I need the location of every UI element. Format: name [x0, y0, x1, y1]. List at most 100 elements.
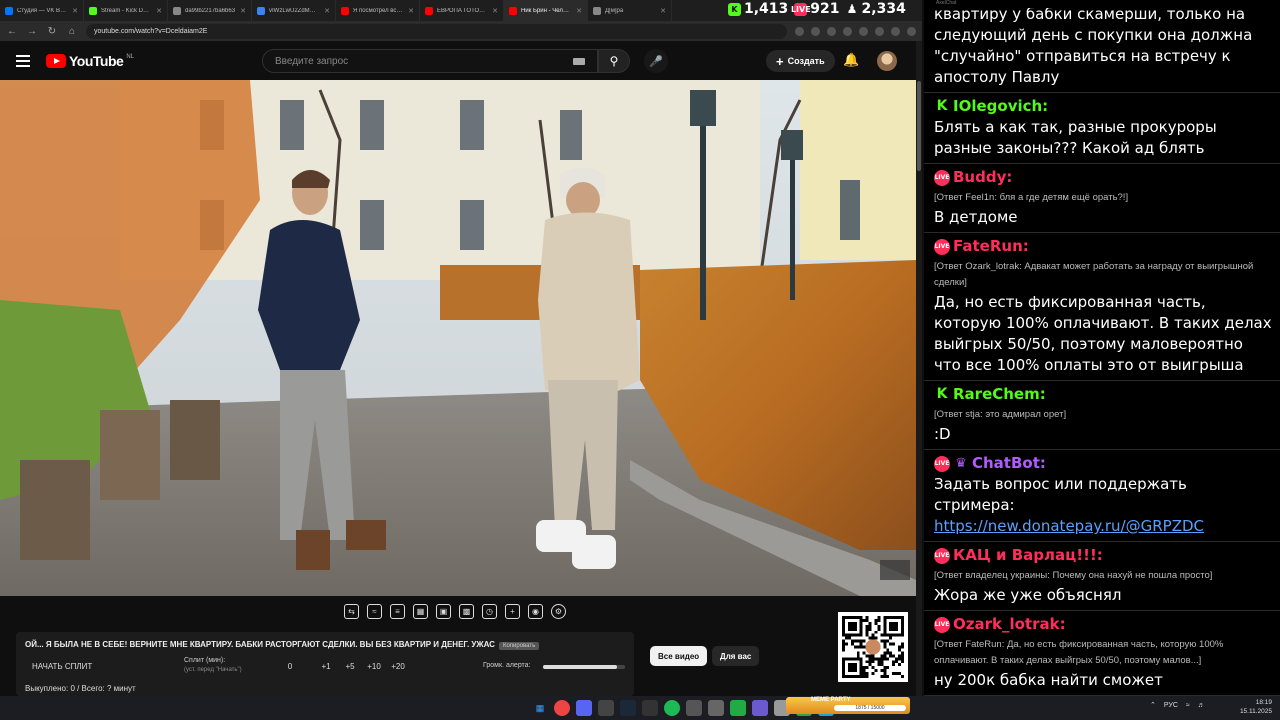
chat-message-header: LIVE FateRun:	[934, 236, 1272, 257]
browser-tab[interactable]: ЕВРОПА ГОТОВИТ ✕	[420, 0, 504, 21]
app-icon[interactable]	[730, 700, 746, 716]
menu-icon[interactable]	[16, 54, 30, 67]
meme-party-widget: MEME PARTY 1875 / 15000	[786, 697, 910, 714]
chat-message-header: K RareChem:	[934, 384, 1272, 405]
reload-icon[interactable]: ↻	[46, 26, 58, 37]
extension-icon[interactable]	[827, 26, 836, 36]
increment-button[interactable]: +20	[386, 662, 410, 671]
chat-username[interactable]: RareChem:	[953, 384, 1046, 405]
app-icon[interactable]	[642, 700, 658, 716]
wifi-icon[interactable]: ≈	[1186, 702, 1190, 709]
youtube-logo[interactable]: YouTube NL	[46, 53, 134, 69]
url-field[interactable]: youtube.com/watch?v=Dceldaiam2E	[86, 23, 787, 39]
back-icon[interactable]: ←	[6, 26, 18, 37]
browser-tab[interactable]: Д[м]ра ✕	[588, 0, 672, 21]
close-tab-icon[interactable]: ✕	[408, 7, 414, 15]
steam-icon[interactable]	[620, 700, 636, 716]
home-icon[interactable]: ⌂	[66, 26, 78, 37]
extension-icon[interactable]	[811, 26, 820, 36]
create-button[interactable]: + Создать	[766, 50, 835, 72]
close-tab-icon[interactable]: ✕	[324, 7, 330, 15]
browser-tab[interactable]: vIWzLwU2ZdMWyp ✕	[252, 0, 336, 21]
chat-message-header: LIVE КАЦ и Варлац!!!:	[934, 545, 1272, 566]
volume-icon[interactable]: ♬	[1198, 702, 1205, 709]
notifications-bell-icon[interactable]: 🔔	[843, 52, 859, 68]
search-button[interactable]: ⚲	[598, 49, 630, 73]
chat-username[interactable]: Buddy:	[953, 167, 1012, 188]
start-split-button[interactable]: НАЧАТЬ СПЛИТ	[32, 662, 92, 671]
screenshot-icon[interactable]: ◉	[528, 604, 543, 619]
copy-button[interactable]: Копировать	[498, 642, 540, 650]
video-player[interactable]	[0, 80, 916, 596]
split-label: Сплит (мин):	[184, 657, 226, 664]
avatar[interactable]	[877, 51, 897, 71]
increment-button[interactable]: +5	[338, 662, 362, 671]
increment-button[interactable]: +10	[362, 662, 386, 671]
chat-username[interactable]: КАЦ и Варлац!!!:	[953, 545, 1103, 566]
add-icon[interactable]: +	[505, 604, 520, 619]
keyboard-icon[interactable]	[573, 58, 585, 65]
picture-icon[interactable]: ▣	[436, 604, 451, 619]
chip-all-videos[interactable]: Все видео	[650, 646, 708, 666]
close-tab-icon[interactable]: ✕	[156, 7, 162, 15]
close-tab-icon[interactable]: ✕	[240, 7, 246, 15]
spent-counter: Выкуплено: 0 / Всего: ? минут	[25, 684, 136, 693]
live-icon: LIVE	[934, 455, 950, 472]
chat-message: LIVE FateRun: [Ответ Ozark_lotrak: Адвакат…	[924, 233, 1280, 381]
close-tab-icon[interactable]: ✕	[576, 7, 582, 15]
extension-icon[interactable]	[891, 26, 900, 36]
extension-icon[interactable]	[795, 26, 804, 36]
close-tab-icon[interactable]: ✕	[72, 7, 78, 15]
tab-favicon-icon	[341, 6, 349, 15]
browser-tab[interactable]: Ник Брин - Челове ✕	[504, 0, 588, 21]
subtitles-icon[interactable]: ≡	[390, 604, 405, 619]
chat-username[interactable]: FateRun:	[953, 236, 1029, 257]
voice-search-button[interactable]: 🎤	[644, 49, 668, 73]
start-icon[interactable]: ▦	[532, 700, 548, 716]
volume-fill	[543, 665, 617, 669]
chevron-up-icon[interactable]: ⌃	[1150, 701, 1156, 709]
audio-icon[interactable]: ≈	[367, 604, 382, 619]
app-icon[interactable]	[752, 700, 768, 716]
extension-icon[interactable]	[859, 26, 868, 36]
tab-favicon-icon	[509, 6, 517, 15]
volume-slider[interactable]	[543, 665, 625, 669]
chat-username[interactable]: IOlegovich:	[953, 96, 1048, 117]
page-scrollbar[interactable]	[916, 41, 922, 696]
increment-button[interactable]: +1	[314, 662, 338, 671]
browser-tab[interactable]: Stream - Kick Dashb ✕	[84, 0, 168, 21]
extension-icon[interactable]	[875, 26, 884, 36]
obs-icon[interactable]	[598, 700, 614, 716]
chat-link[interactable]: https://new.donatepay.ru/@GRPZDC	[934, 516, 1272, 537]
chat-username[interactable]: ChatBot:	[972, 453, 1046, 474]
chat-username[interactable]: Ozark_lotrak:	[953, 614, 1066, 635]
language-indicator[interactable]: РУС	[1164, 702, 1178, 709]
browser-tab[interactable]: Студия — VK Видео ✕	[0, 0, 84, 21]
film-icon[interactable]: ▦	[413, 604, 428, 619]
tab-favicon-icon	[89, 6, 97, 15]
kick-icon: K	[936, 386, 948, 402]
chat-reply-quote: [Ответ Feel1n: бля а где детям ещё орать…	[934, 192, 1129, 203]
menu-icon[interactable]	[907, 26, 916, 36]
loop-icon[interactable]: ⇆	[344, 604, 359, 619]
grid-icon[interactable]: ▩	[459, 604, 474, 619]
app-icon[interactable]	[686, 700, 702, 716]
close-tab-icon[interactable]: ✕	[660, 7, 666, 15]
system-tray: ⌃ РУС ≈ ♬	[1150, 701, 1205, 710]
extension-icon[interactable]	[843, 26, 852, 36]
close-tab-icon[interactable]: ✕	[492, 7, 498, 15]
discord-icon[interactable]	[576, 700, 592, 716]
browser-tab[interactable]: da99b2217ba6b63 ✕	[168, 0, 252, 21]
tab-favicon-icon	[173, 6, 181, 15]
chip-for-you[interactable]: Для вас	[712, 646, 760, 666]
settings-icon[interactable]: ⚙	[551, 604, 566, 619]
app-icon[interactable]	[708, 700, 724, 716]
speed-icon[interactable]: ◷	[482, 604, 497, 619]
clock[interactable]: 18:19 15.11.2025	[1240, 698, 1272, 716]
chrome-icon[interactable]	[554, 700, 570, 716]
browser-tab[interactable]: Я посмотрел все Х ✕	[336, 0, 420, 21]
chat-message-header: LIVE Ozark_lotrak:	[934, 614, 1272, 635]
spotify-icon[interactable]	[664, 700, 680, 716]
forward-icon[interactable]: →	[26, 26, 38, 37]
search-input[interactable]: Введите запрос	[262, 49, 598, 73]
